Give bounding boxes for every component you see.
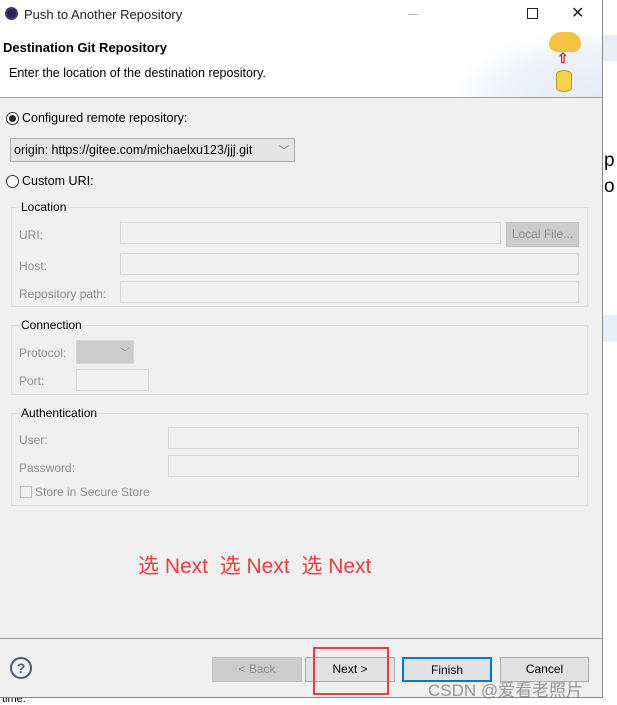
database-icon [556,70,572,92]
connection-group-title: Connection [20,318,83,332]
host-input[interactable] [120,253,579,275]
background-text: o [604,176,615,197]
custom-uri-radio[interactable] [6,175,19,188]
configured-remote-radio[interactable] [6,112,19,125]
host-label: Host: [19,259,48,273]
wizard-header: Destination Git Repository Enter the loc… [0,28,602,98]
remote-select-value: origin: https://gitee.com/michaelxu123/j… [14,143,253,157]
authentication-group: Authentication User: Password: Store in … [11,406,588,506]
button-bar-divider [0,638,602,639]
configured-remote-label: Configured remote repository: [22,111,188,125]
title-bar: Push to Another Repository ✕ [0,0,602,28]
close-button[interactable]: ✕ [571,3,584,23]
background-band [603,35,617,61]
dialog-window: Push to Another Repository ✕ Destination… [0,0,603,698]
port-input[interactable] [76,369,149,391]
uri-input[interactable] [120,222,501,244]
annotation-text: 选 Next 选 Next 选 Next [138,555,372,578]
minimize-button[interactable] [408,14,418,15]
location-group: Location URI: Local File... Host: Reposi… [11,200,588,307]
page-title: Destination Git Repository [3,40,167,55]
connection-group: Connection Protocol: ﹀ Port: [11,318,588,395]
eclipse-icon [5,7,18,20]
protocol-label: Protocol: [19,346,67,360]
chevron-down-icon: ﹀ [120,348,130,359]
page-description: Enter the location of the destination re… [9,66,266,80]
user-input[interactable] [168,427,579,449]
background-text: p [604,150,615,171]
location-group-title: Location [20,200,68,214]
password-input[interactable] [168,455,579,477]
custom-uri-label: Custom URI: [22,174,94,188]
store-secure-checkbox[interactable] [20,486,32,498]
window-title: Push to Another Repository [24,7,183,22]
help-icon[interactable]: ? [10,657,32,679]
user-label: User: [19,433,48,447]
password-label: Password: [19,461,76,475]
watermark: CSDN @爱看老照片 [428,681,584,700]
port-label: Port: [19,374,45,388]
back-button[interactable]: < Back [212,657,302,682]
protocol-select[interactable]: ﹀ [76,340,134,364]
background-band [603,315,617,342]
store-secure-label: Store in Secure Store [35,485,150,499]
repository-path-input[interactable] [120,281,579,303]
remote-select[interactable]: origin: https://gitee.com/michaelxu123/j… [10,138,295,162]
uri-label: URI: [19,228,43,242]
authentication-group-title: Authentication [20,406,99,420]
maximize-button[interactable] [527,8,538,19]
next-highlight-box [313,647,389,695]
repository-path-label: Repository path: [19,287,107,301]
chevron-down-icon: ﹀ [279,146,289,157]
cloud-icon [549,32,581,52]
local-file-button[interactable]: Local File... [506,222,579,247]
arrow-up-icon: ⇧ [557,50,569,66]
